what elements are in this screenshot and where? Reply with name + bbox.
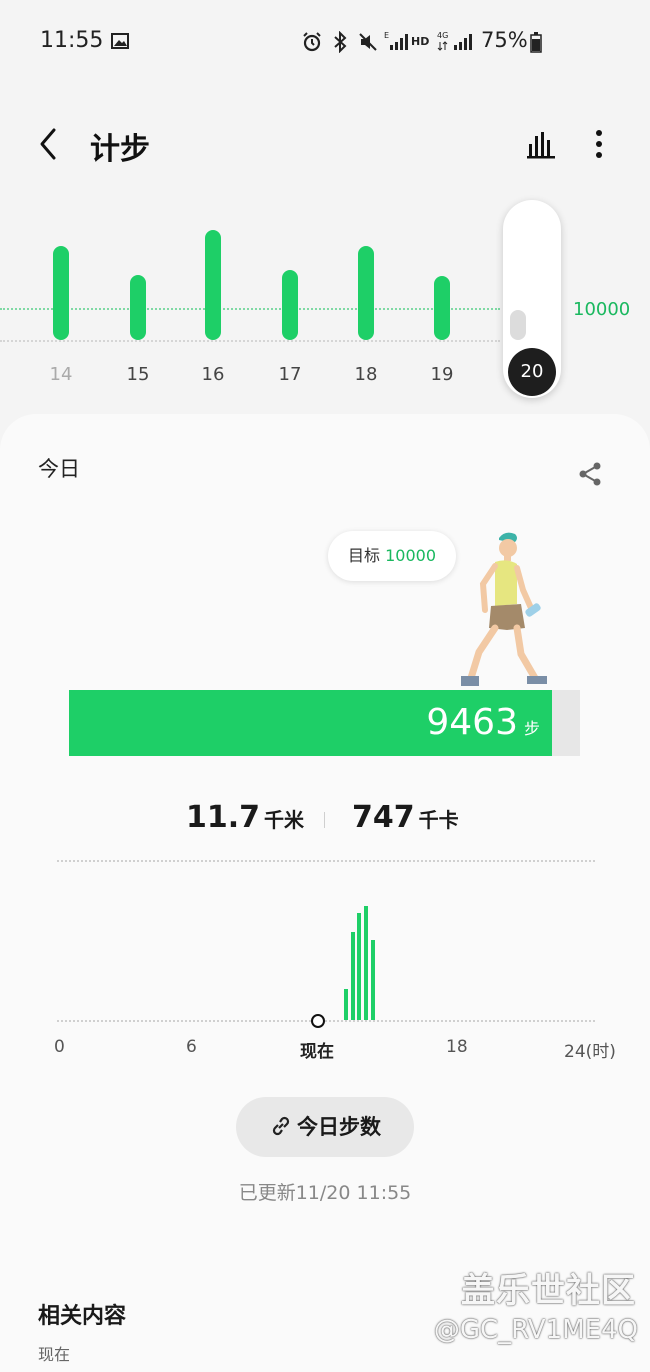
steps-unit: 步 [523,719,540,738]
battery-icon [530,31,542,57]
steps-value: 9463 [426,702,518,743]
trends-button[interactable] [525,128,557,160]
stat-divider [324,812,325,828]
back-button[interactable] [30,124,66,164]
svg-text:4G: 4G [437,31,448,40]
link-icon [272,1116,290,1136]
hourly-bar [364,906,368,1020]
week-bar-17[interactable] [282,269,298,340]
page-title: 计步 [90,132,150,167]
week-bar-14[interactable] [53,246,69,340]
status-bar: 11:55 E HD 4G 75% [0,0,650,84]
hourly-top-line [57,860,595,862]
baseline [0,340,500,342]
goal-prefix: 目标 [347,546,380,565]
link-button-label: 今日步数 [297,1115,381,1139]
week-bar-18[interactable] [358,246,374,340]
selected-day-label[interactable]: 20 [508,348,556,396]
related-subtitle: 现在 [38,1345,71,1364]
mute-icon [357,31,379,57]
week-label-19[interactable]: 19 [422,364,462,385]
related-title: 相关内容 [38,1304,127,1329]
goal-value: 10000 [385,546,436,565]
week-label-16[interactable]: 16 [193,364,233,385]
watermark-logo: 盖乐世社区 [461,1271,636,1311]
calories-unit: 千卡 [418,808,459,832]
week-bar-19[interactable] [434,275,450,340]
axis-label-6: 6 [186,1037,197,1057]
status-time: 11:55 [40,28,104,53]
steps-count: 9463 步 [426,702,540,743]
bluetooth-icon [332,30,348,57]
selected-day-bar [510,310,526,340]
distance-stat: 11.7 千米 [186,800,304,835]
goal-line [0,308,500,310]
week-bar-15[interactable] [130,274,146,340]
signal-e-icon: E [384,30,408,56]
more-icon [596,130,602,158]
axis-label-0: 0 [54,1037,65,1057]
back-icon [40,128,56,160]
now-marker [311,1014,325,1028]
image-icon [111,33,129,53]
axis-label-18: 18 [446,1037,468,1057]
calories-stat: 747 千卡 [352,800,459,835]
axis-label-24: 24(时) [564,1042,616,1062]
week-label-17[interactable]: 17 [270,364,310,385]
week-bar-16[interactable] [205,230,221,340]
walker-illustration [455,528,555,690]
share-button[interactable] [576,460,604,488]
distance-unit: 千米 [264,808,305,832]
week-label-14[interactable]: 14 [41,364,81,385]
today-steps-link-button[interactable]: 今日步数 [236,1097,414,1157]
hourly-bar [357,912,362,1020]
distance-value: 11.7 [186,800,261,835]
signal-4g-icon: 4G [437,30,475,56]
axis-label-now: 现在 [300,1042,334,1062]
goal-line-label: 10000 [573,299,631,320]
updated-time: 已更新11/20 11:55 [238,1182,412,1204]
hourly-bar [370,940,375,1020]
share-icon [579,462,601,486]
today-label: 今日 [38,457,80,481]
more-options-button[interactable] [588,128,610,160]
goal-bubble: 目标 10000 [328,531,456,581]
svg-text:E: E [384,31,389,40]
week-label-18[interactable]: 18 [346,364,386,385]
watermark-handle: @GC_RV1ME4Q [433,1315,638,1345]
battery-percent: 75% [481,28,528,52]
hourly-baseline [57,1020,595,1022]
hourly-bar [350,932,355,1020]
week-label-15[interactable]: 15 [118,364,158,385]
hd-icon: HD [411,35,430,48]
calories-value: 747 [352,800,415,835]
bar-chart-icon [527,132,555,159]
hourly-bar [343,989,348,1020]
alarm-icon [301,31,323,57]
